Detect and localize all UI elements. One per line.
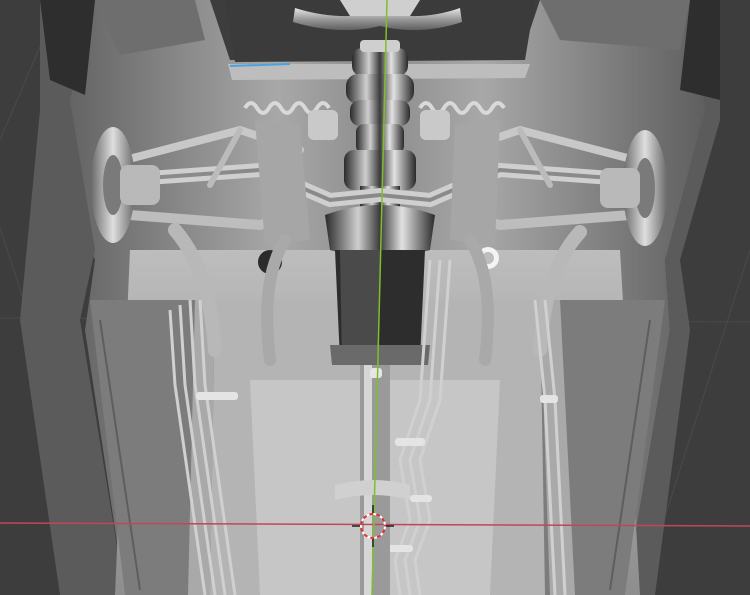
3d-viewport[interactable] [0,0,750,595]
viewport-scene[interactable] [0,0,750,595]
